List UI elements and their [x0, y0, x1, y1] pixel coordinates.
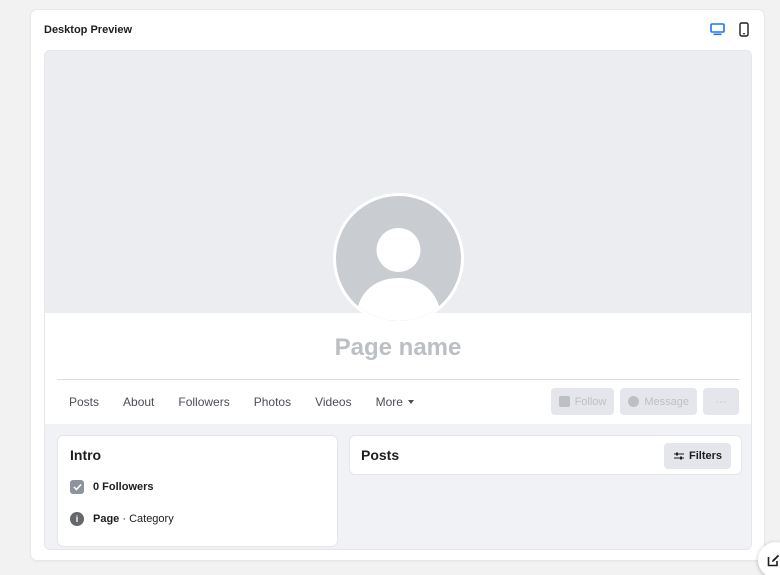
- page-label: Page: [93, 513, 120, 525]
- category-text: Page · Category: [93, 513, 174, 525]
- tab-photos[interactable]: Photos: [254, 395, 291, 409]
- device-toggle: [709, 21, 752, 37]
- page-name: Page name: [334, 334, 462, 361]
- sliders-icon: [673, 452, 684, 460]
- category-row: i Page · Category: [70, 512, 174, 526]
- mobile-view-button[interactable]: [736, 21, 752, 37]
- followers-row: 0 Followers: [70, 480, 154, 494]
- follow-icon: [558, 396, 570, 407]
- message-button[interactable]: Message: [620, 388, 697, 415]
- follow-button[interactable]: Follow: [550, 388, 615, 415]
- tab-about[interactable]: About: [123, 395, 154, 409]
- category-label: · Category: [119, 513, 174, 525]
- mobile-icon: [739, 21, 749, 37]
- message-label: Message: [644, 395, 689, 408]
- filters-label: Filters: [688, 450, 722, 462]
- header-divider: [57, 379, 739, 380]
- person-icon: [356, 228, 441, 321]
- page-preview: Page name Posts About Followers Photos V…: [44, 50, 752, 550]
- tab-videos[interactable]: Videos: [315, 395, 351, 409]
- intro-title: Intro: [70, 447, 102, 463]
- desktop-preview-card: Desktop Preview Page name Posts About Fo…: [31, 10, 764, 560]
- tab-more-label: More: [375, 395, 403, 409]
- profile-picture-placeholder: [333, 193, 464, 324]
- page-tabs: Posts About Followers Photos Videos More: [69, 395, 438, 409]
- card-title: Desktop Preview: [44, 24, 133, 36]
- filters-button[interactable]: Filters: [663, 443, 731, 469]
- followers-count: 0 Followers: [93, 481, 154, 493]
- desktop-icon: [709, 22, 725, 35]
- tab-more[interactable]: More: [376, 395, 414, 409]
- messenger-icon: [628, 396, 640, 407]
- tab-posts[interactable]: Posts: [69, 395, 99, 409]
- page-actions: Follow Message ···: [550, 388, 739, 415]
- follow-label: Follow: [574, 395, 607, 408]
- posts-title: Posts: [361, 447, 400, 463]
- tab-followers[interactable]: Followers: [178, 395, 229, 409]
- intro-card: Intro 0 Followers i Page · Category: [57, 435, 338, 547]
- ellipsis-icon: ···: [715, 395, 727, 408]
- more-options-button[interactable]: ···: [703, 388, 739, 415]
- caret-down-icon: [407, 400, 414, 404]
- checkmark-icon: [70, 480, 84, 494]
- edit-icon: [767, 554, 780, 566]
- posts-card: Posts Filters: [349, 435, 742, 475]
- info-icon: i: [70, 512, 84, 526]
- desktop-view-button[interactable]: [709, 21, 725, 37]
